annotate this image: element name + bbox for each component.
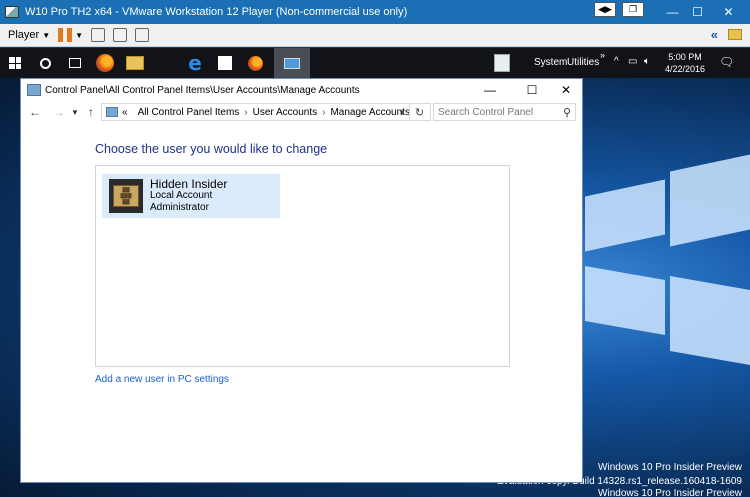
toolbar-overflow-chevron[interactable]: » bbox=[600, 50, 605, 60]
account-details: Hidden Insider Local Account Administrat… bbox=[150, 178, 227, 214]
account-tile-hidden-insider[interactable]: ▓▓ ▓▓▓ ▓▓ Hidden Insider Local Account Adm… bbox=[102, 174, 280, 218]
account-type: Local Account bbox=[150, 190, 213, 201]
avatar: ▓▓ ▓▓▓ ▓▓ bbox=[109, 179, 143, 213]
up-arrow-icon[interactable]: ↑ bbox=[83, 105, 99, 119]
network-icon[interactable]: ▭ bbox=[628, 56, 637, 67]
address-bar-row: ← → ▼ ↑ « All Control Panel Items › User… bbox=[21, 101, 582, 123]
breadcrumb-separator[interactable]: › bbox=[244, 107, 247, 118]
guest-taskbar: e System Utilities » ^ ▭ 🔈︎ 5:00 PM 4/22… bbox=[0, 48, 750, 78]
maximize-icon[interactable]: ☐ bbox=[515, 79, 549, 101]
close-icon[interactable]: ✕ bbox=[706, 0, 750, 24]
store-icon bbox=[218, 56, 232, 70]
recycle-bin-taskbar-button[interactable] bbox=[487, 48, 517, 78]
page-heading: Choose the user you would like to change bbox=[95, 142, 328, 156]
unity-mode-icon[interactable] bbox=[135, 28, 150, 42]
firefox-icon bbox=[96, 54, 114, 72]
wallpaper-light-pane bbox=[670, 154, 750, 247]
vmware-toolbar: Player ▼ ▼ « bbox=[0, 24, 750, 47]
vmware-dock-toggle-icon[interactable]: ◀▶ bbox=[594, 2, 616, 17]
control-panel-icon bbox=[106, 107, 118, 117]
account-role: Administrator bbox=[150, 202, 209, 213]
cortana-button[interactable] bbox=[30, 48, 60, 78]
address-dropdown-chevron-icon[interactable]: ▼ bbox=[398, 108, 406, 117]
clock-date: 4/22/2016 bbox=[664, 64, 706, 74]
store-taskbar-button[interactable] bbox=[210, 48, 240, 78]
refresh-icon[interactable]: ↻ bbox=[409, 103, 429, 121]
firefox-taskbar-button[interactable] bbox=[90, 48, 120, 78]
breadcrumb-item[interactable]: All Control Panel Items bbox=[138, 107, 240, 118]
show-hidden-icons-chevron-icon[interactable]: ^ bbox=[614, 56, 619, 67]
action-center-icon[interactable]: 🗨︎ bbox=[719, 55, 734, 69]
player-menu-label: Player bbox=[8, 29, 40, 41]
edge-icon: e bbox=[188, 51, 202, 75]
breadcrumb-separator[interactable]: › bbox=[322, 107, 325, 118]
system-toolbar-label[interactable]: System bbox=[534, 57, 567, 68]
file-explorer-icon bbox=[126, 56, 144, 70]
wallpaper-light-pane bbox=[585, 179, 665, 252]
file-explorer-taskbar-button[interactable] bbox=[120, 48, 150, 78]
minimize-icon[interactable]: — bbox=[473, 79, 507, 101]
firefox-icon bbox=[247, 55, 263, 71]
recent-locations-chevron-icon[interactable]: ▼ bbox=[67, 108, 83, 117]
pause-icon[interactable] bbox=[58, 28, 73, 42]
vmware-app-icon bbox=[5, 6, 19, 18]
control-panel-icon bbox=[284, 57, 300, 69]
accounts-list: ▓▓ ▓▓▓ ▓▓ Hidden Insider Local Account Adm… bbox=[95, 165, 510, 367]
edge-taskbar-button[interactable]: e bbox=[180, 48, 210, 78]
address-box[interactable]: « All Control Panel Items › User Account… bbox=[101, 103, 431, 121]
search-icon[interactable]: ⚲ bbox=[563, 106, 571, 119]
user-picture-icon: ▓▓ ▓▓▓ ▓▓ bbox=[113, 185, 139, 207]
window-title: Control Panel\All Control Panel Items\Us… bbox=[45, 84, 360, 96]
clock-time: 5:00 PM bbox=[668, 52, 702, 62]
chevron-down-icon: ▼ bbox=[42, 31, 51, 40]
vmware-window-title: W10 Pro TH2 x64 - VMware Workstation 12 … bbox=[25, 6, 408, 18]
player-menu-button[interactable]: Player ▼ bbox=[8, 29, 50, 41]
vmware-titlebar: W10 Pro TH2 x64 - VMware Workstation 12 … bbox=[0, 0, 750, 24]
add-new-user-link[interactable]: Add a new user in PC settings bbox=[95, 374, 229, 385]
breadcrumb-overflow[interactable]: « bbox=[122, 107, 128, 118]
forward-arrow-icon[interactable]: → bbox=[51, 105, 67, 119]
library-folder-icon[interactable] bbox=[728, 29, 742, 40]
send-ctrl-alt-del-icon[interactable] bbox=[91, 28, 106, 42]
windows-logo-icon bbox=[9, 57, 21, 69]
watermark-line3: Windows 10 Pro Insider Preview bbox=[598, 488, 742, 497]
start-button[interactable] bbox=[0, 48, 30, 78]
search-input[interactable] bbox=[438, 106, 558, 118]
breadcrumb-item[interactable]: User Accounts bbox=[253, 107, 317, 118]
back-arrow-icon[interactable]: ← bbox=[27, 105, 43, 119]
pause-dropdown-icon[interactable]: ▼ bbox=[75, 31, 83, 40]
vmware-restore-small-icon[interactable]: ❐ bbox=[622, 2, 644, 17]
clock[interactable]: 5:00 PM 4/22/2016 bbox=[664, 51, 706, 75]
cortana-icon bbox=[39, 57, 51, 69]
recycle-bin-icon bbox=[494, 54, 510, 72]
account-name: Hidden Insider bbox=[150, 177, 228, 191]
watermark-line1: Windows 10 Pro Insider Preview bbox=[598, 462, 742, 473]
task-view-button[interactable] bbox=[60, 48, 90, 78]
volume-icon[interactable]: 🔈︎ bbox=[644, 56, 650, 67]
control-panel-taskbar-button[interactable] bbox=[274, 48, 310, 78]
close-icon[interactable]: ✕ bbox=[549, 79, 583, 101]
fit-guest-icon[interactable] bbox=[113, 28, 128, 42]
utilities-toolbar-label[interactable]: Utilities bbox=[567, 57, 599, 68]
search-box: ⚲ bbox=[433, 103, 576, 121]
task-view-icon bbox=[69, 58, 81, 68]
collapse-chevron-icon[interactable]: « bbox=[711, 27, 718, 42]
vmware-toolbar-right: « bbox=[711, 27, 742, 42]
firefox-taskbar-button-2[interactable] bbox=[240, 48, 270, 78]
control-panel-window: Control Panel\All Control Panel Items\Us… bbox=[20, 78, 583, 483]
control-panel-titlebar: Control Panel\All Control Panel Items\Us… bbox=[21, 79, 582, 101]
wallpaper-light-pane bbox=[670, 275, 750, 366]
wallpaper-light-pane bbox=[585, 265, 665, 336]
control-panel-icon bbox=[27, 84, 41, 96]
